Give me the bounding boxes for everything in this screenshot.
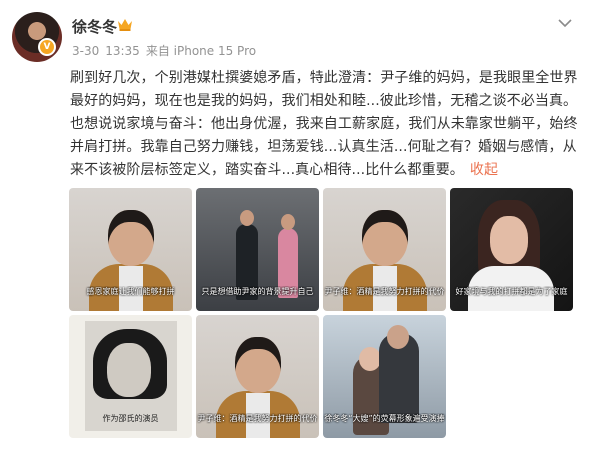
post-meta: 3-30 13:35 来自 iPhone 15 Pro [72,42,262,59]
image-caption: 作为邵氏的演员 [102,414,159,423]
post-image-5[interactable]: 作为邵氏的演员 [69,315,192,438]
user-name[interactable]: 徐冬冬 [72,16,117,37]
user-avatar[interactable] [12,12,62,62]
image-caption: 尹子维：酒精是我努力打拼的代价 [324,287,445,296]
image-caption: 徐冬冬“大嫂”的荧幕形象遍受演捧 [324,414,445,423]
post-body: 刷到好几次，个别港媒杜撰婆媳矛盾，特此澄清：尹子维的妈妈，是我眼里全世界最好的妈… [70,67,580,182]
post-image-3[interactable]: 尹子维：酒精是我努力打拼的代价 [323,188,446,311]
image-caption: 只是想借助尹家的背景提升自己 [201,287,314,296]
image-caption: 好家境与我的打拼都是为了家庭 [455,287,568,296]
post-image-1[interactable]: 感恩家庭让我们能够打拼 [69,188,192,311]
post-source: 来自 iPhone 15 Pro [145,44,257,58]
post-time: 13:35 [105,44,140,58]
image-caption: 尹子维：酒精是我努力打拼的代价 [197,414,318,423]
post-image-6[interactable]: 尹子维：酒精是我努力打拼的代价 [196,315,319,438]
post-image-7[interactable]: 徐冬冬“大嫂”的荧幕形象遍受演捧 [323,315,446,438]
verified-v-icon: V [38,38,56,56]
post-image-4[interactable]: 好家境与我的打拼都是为了家庭 [450,188,573,311]
post-date: 3-30 [72,44,100,58]
post-text: 刷到好几次，个别港媒杜撰婆媳矛盾，特此澄清：尹子维的妈妈，是我眼里全世界最好的妈… [70,70,578,178]
crown-icon [118,19,132,31]
image-caption: 感恩家庭让我们能够打拼 [86,287,175,296]
collapse-link[interactable]: 收起 [470,162,498,178]
chevron-down-icon[interactable] [558,18,572,28]
post-image-2[interactable]: 只是想借助尹家的背景提升自己 [196,188,319,311]
